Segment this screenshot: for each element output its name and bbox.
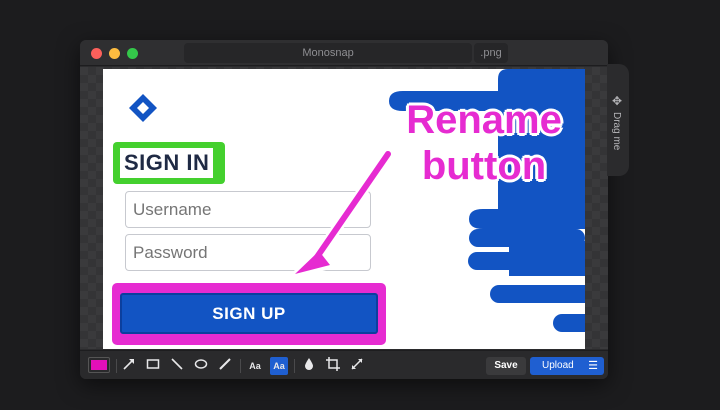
annotation-toolbar: Aa Aa Save Upload ☰ (80, 350, 608, 379)
monosnap-window: Monosnap .png SIGN IN SIGN UP (80, 40, 629, 379)
drag-label: Drag me (611, 112, 622, 151)
arrow-icon (123, 359, 134, 370)
annotation-line-1: Rename (406, 98, 562, 142)
filename-field[interactable]: Monosnap (184, 43, 472, 63)
annotation-line-2: button (421, 144, 547, 188)
minimize-window-button[interactable] (109, 48, 120, 59)
arrow-tool-button[interactable] (120, 357, 138, 375)
upload-menu-icon[interactable]: ☰ (588, 357, 598, 375)
save-button[interactable]: Save (486, 357, 526, 375)
line-icon (171, 358, 183, 370)
resize-tool-button[interactable] (348, 357, 366, 375)
color-picker-button[interactable] (88, 357, 110, 373)
upload-button[interactable]: Upload ☰ (530, 357, 604, 375)
title-bar[interactable]: Monosnap .png (80, 40, 608, 66)
upload-label: Upload (542, 360, 574, 371)
ellipse-tool-button[interactable] (192, 357, 210, 375)
editor-canvas[interactable]: SIGN IN SIGN UP Rename button (80, 67, 608, 349)
blur-drop-icon (305, 358, 313, 370)
color-swatch-fill (91, 360, 107, 370)
zoom-window-button[interactable] (127, 48, 138, 59)
toolbar-divider (116, 359, 117, 373)
resize-icon (351, 358, 363, 370)
text-tool-button[interactable]: Aa (246, 357, 264, 375)
crop-icon (326, 357, 340, 371)
ellipse-icon (194, 359, 208, 369)
rectangle-icon (146, 359, 160, 369)
toolbar-divider (294, 359, 295, 373)
text-highlight-icon: Aa (273, 361, 285, 371)
toolbar-divider (240, 359, 241, 373)
close-window-button[interactable] (91, 48, 102, 59)
screenshot-image[interactable]: SIGN IN SIGN UP Rename button (103, 69, 585, 349)
move-icon: ✥ (612, 94, 623, 108)
pen-icon (219, 358, 231, 370)
extension-field[interactable]: .png (474, 43, 508, 63)
line-tool-button[interactable] (168, 357, 186, 375)
text-highlight-tool-button[interactable]: Aa (270, 357, 288, 375)
rectangle-tool-button[interactable] (144, 357, 162, 375)
drag-tab[interactable]: ✥ Drag me (607, 64, 629, 176)
pen-tool-button[interactable] (216, 357, 234, 375)
blur-tool-button[interactable] (300, 357, 318, 375)
crop-tool-button[interactable] (324, 357, 342, 375)
annotation-text[interactable]: Rename button (399, 97, 569, 189)
text-icon: Aa (249, 361, 261, 371)
